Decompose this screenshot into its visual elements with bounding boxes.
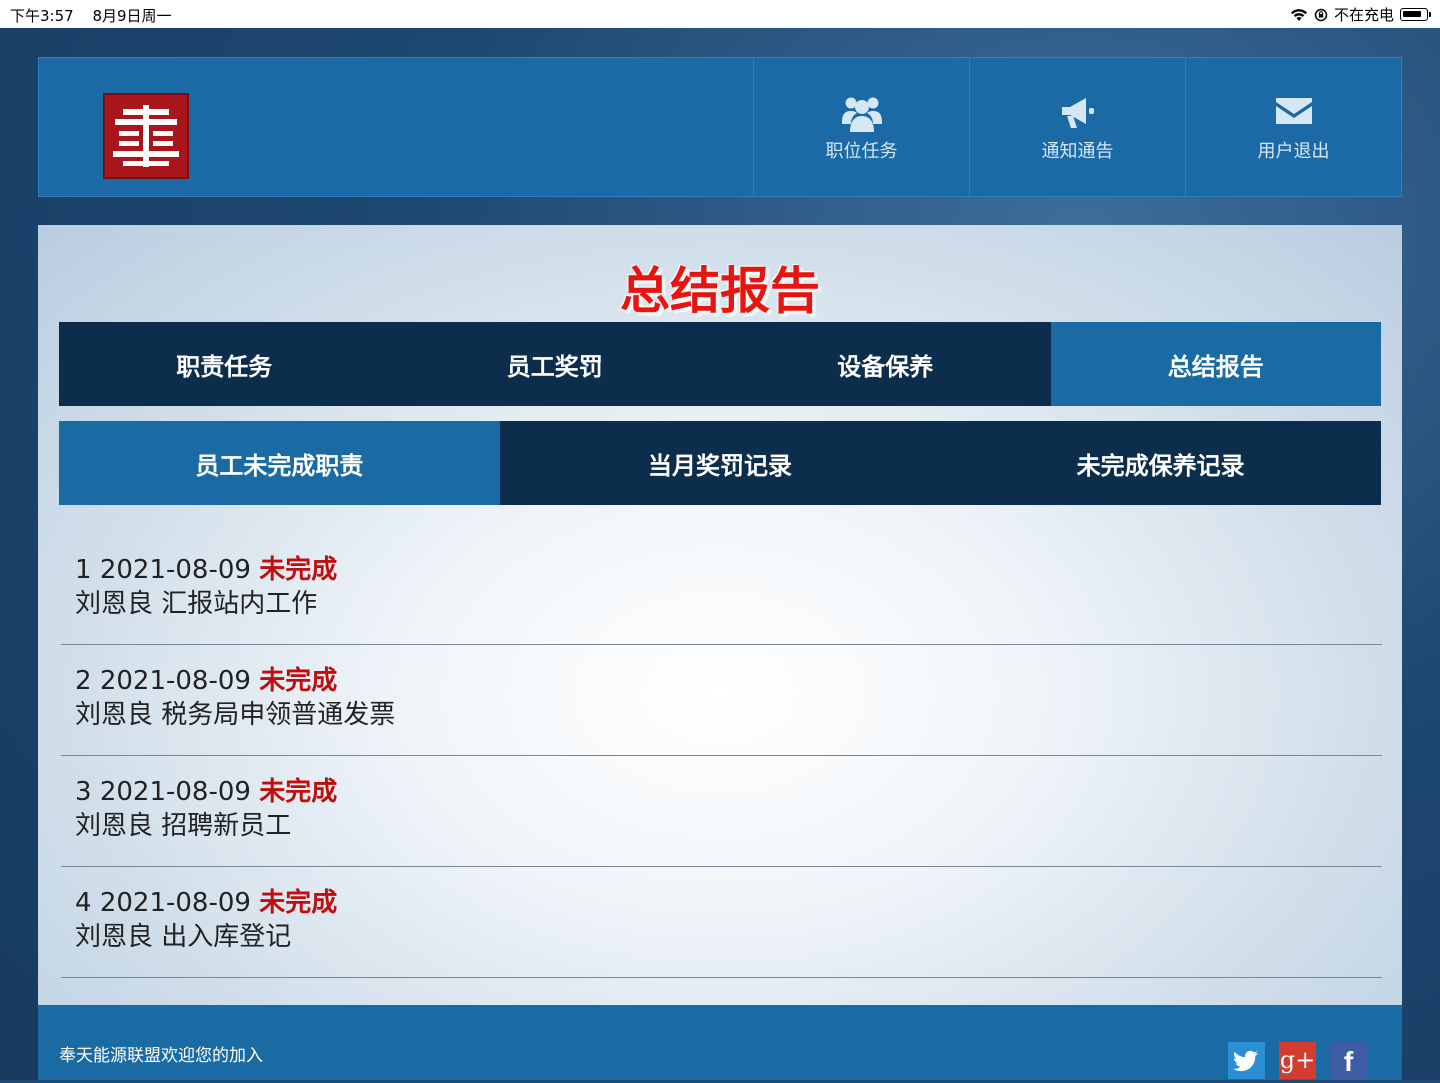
tab-duty-tasks[interactable]: 职责任务 (59, 322, 390, 406)
status-badge: 未完成 (259, 888, 338, 918)
item-date: 2021-08-09 (99, 555, 251, 585)
item-index: 3 (75, 777, 92, 807)
subtab-incomplete-duties[interactable]: 员工未完成职责 (59, 421, 500, 505)
wifi-icon (1290, 8, 1307, 21)
twitter-bird-icon (1233, 1050, 1258, 1072)
tab-employee-rewards[interactable]: 员工奖罚 (390, 322, 721, 406)
status-date: 8月9日周一 (92, 7, 172, 25)
nav-logout-label: 用户退出 (1257, 141, 1330, 162)
footer-text: 奉天能源联盟欢迎您的加入 (59, 1046, 263, 1066)
list-item[interactable]: 2 2021-08-09 未完成 刘恩良 税务局申领普通发票 (61, 646, 1382, 756)
orientation-lock-icon (1314, 8, 1328, 21)
main-tabs: 职责任务 员工奖罚 设备保养 总结报告 (59, 322, 1381, 406)
nav-logout-button[interactable]: 用户退出 (1185, 58, 1401, 196)
header-bar: 职位任务 通知通告 用户退出 (38, 57, 1402, 197)
list-item[interactable]: 4 2021-08-09 未完成 刘恩良 出入库登记 (61, 868, 1382, 978)
item-index: 1 (75, 555, 92, 585)
status-badge: 未完成 (259, 666, 338, 696)
nav-position-tasks-button[interactable]: 职位任务 (753, 58, 969, 196)
users-icon (841, 97, 882, 132)
megaphone-icon (1061, 98, 1094, 128)
tab-equipment-maintenance[interactable]: 设备保养 (720, 322, 1051, 406)
subtab-monthly-rewards[interactable]: 当月奖罚记录 (500, 421, 941, 505)
item-detail: 刘恩良 出入库登记 (75, 922, 292, 952)
google-plus-icon[interactable]: g+ (1279, 1042, 1316, 1079)
item-date: 2021-08-09 (99, 666, 251, 696)
twitter-icon[interactable] (1228, 1042, 1265, 1079)
item-detail: 刘恩良 税务局申领普通发票 (75, 700, 396, 730)
item-index: 4 (75, 888, 92, 918)
nav-notices-label: 通知通告 (1041, 141, 1114, 162)
tab-summary-report[interactable]: 总结报告 (1050, 322, 1381, 406)
facebook-icon[interactable]: f (1330, 1042, 1367, 1079)
content-panel: 总结报告 职责任务 员工奖罚 设备保养 总结报告 员工未完成职责 当月奖罚记录 … (38, 225, 1402, 1005)
battery-icon (1400, 8, 1431, 21)
status-bar: 下午3:57 8月9日周一 不在充电 (0, 0, 1440, 28)
status-time: 下午3:57 (10, 7, 74, 25)
footer: 奉天能源联盟欢迎您的加入 g+ f (38, 1005, 1402, 1080)
item-date: 2021-08-09 (99, 777, 251, 807)
logo-emblem-icon (113, 105, 179, 167)
status-badge: 未完成 (259, 555, 338, 585)
item-detail: 刘恩良 汇报站内工作 (75, 589, 318, 619)
list-item[interactable]: 3 2021-08-09 未完成 刘恩良 招聘新员工 (61, 757, 1382, 867)
charging-status: 不在充电 (1333, 6, 1394, 24)
item-detail: 刘恩良 招聘新员工 (75, 811, 292, 841)
subtab-incomplete-maintenance[interactable]: 未完成保养记录 (940, 421, 1381, 505)
nav-notices-button[interactable]: 通知通告 (969, 58, 1185, 196)
page-title: 总结报告 (620, 262, 820, 320)
item-date: 2021-08-09 (99, 888, 251, 918)
record-list: 1 2021-08-09 未完成 刘恩良 汇报站内工作 2 2021-08-09… (61, 535, 1382, 978)
sub-tabs: 员工未完成职责 当月奖罚记录 未完成保养记录 (59, 421, 1381, 505)
envelope-icon (1275, 98, 1312, 124)
logo (103, 93, 189, 179)
nav-position-tasks-label: 职位任务 (825, 141, 898, 162)
status-badge: 未完成 (259, 777, 338, 807)
item-index: 2 (75, 666, 92, 696)
list-item[interactable]: 1 2021-08-09 未完成 刘恩良 汇报站内工作 (61, 535, 1382, 645)
